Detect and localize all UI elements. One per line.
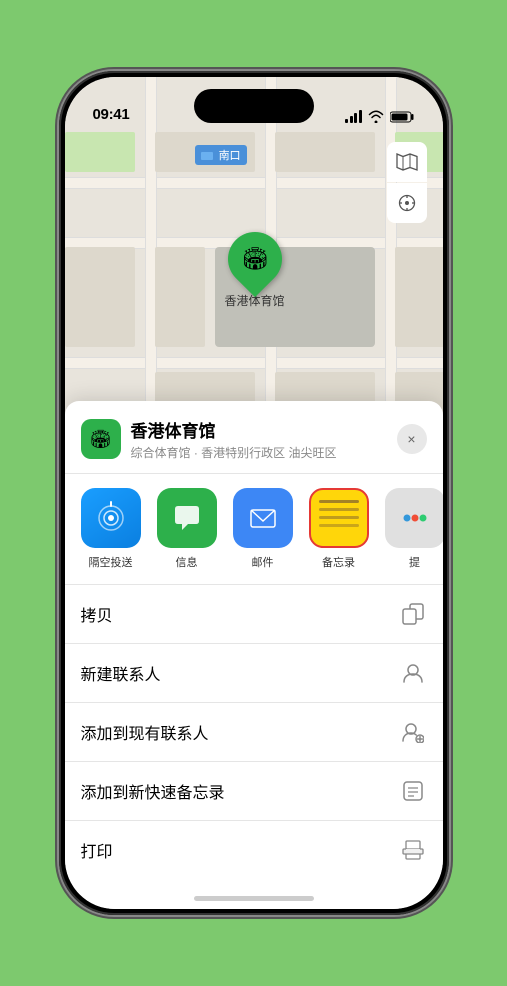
action-add-contact[interactable]: 添加到现有联系人: [65, 703, 443, 762]
phone-frame: 09:41: [59, 71, 449, 915]
signal-bar-2: [350, 116, 353, 123]
status-time: 09:41: [93, 106, 130, 123]
building-2: [275, 132, 375, 172]
more-label: 提: [409, 554, 420, 570]
airdrop-icon: [81, 488, 141, 548]
signal-bars: [345, 110, 362, 123]
signal-bar-3: [354, 113, 357, 123]
battery-icon: [390, 111, 415, 123]
place-subtitle: 综合体育馆 · 香港特别行政区 油尖旺区: [131, 444, 397, 461]
building-4: [395, 247, 443, 347]
share-item-airdrop[interactable]: 隔空投送: [81, 488, 141, 570]
signal-bar-4: [359, 110, 362, 123]
messages-icon: [157, 488, 217, 548]
copy-icon: [399, 600, 427, 628]
location-icon: [398, 194, 416, 212]
signal-bar-1: [345, 119, 348, 123]
dynamic-island: [194, 89, 314, 123]
action-print-label: 打印: [81, 838, 113, 862]
map-label: 南口: [195, 145, 247, 165]
share-item-notes[interactable]: 备忘录: [309, 488, 369, 570]
location-button[interactable]: [387, 183, 427, 223]
notes-icon: [309, 488, 369, 548]
map-type-button[interactable]: [387, 142, 427, 182]
action-add-note[interactable]: 添加到新快速备忘录: [65, 762, 443, 821]
action-copy[interactable]: 拷贝: [65, 585, 443, 644]
new-contact-icon: [399, 659, 427, 687]
share-item-messages[interactable]: 信息: [157, 488, 217, 570]
map-icon: [396, 153, 418, 171]
action-add-note-label: 添加到新快速备忘录: [81, 779, 225, 803]
status-icons: [345, 110, 415, 123]
notes-label: 备忘录: [322, 554, 355, 570]
print-icon: [399, 836, 427, 864]
add-contact-icon: [399, 718, 427, 746]
stadium-pin-inner: 🏟: [241, 246, 269, 272]
map-controls: [387, 142, 427, 223]
place-info: 香港体育馆 综合体育馆 · 香港特别行政区 油尖旺区: [131, 417, 397, 461]
print-svg: [402, 839, 424, 861]
action-print[interactable]: 打印: [65, 821, 443, 879]
place-icon: 🏟: [81, 419, 121, 459]
more-icon: [385, 488, 443, 548]
action-new-contact-label: 新建联系人: [81, 661, 161, 685]
action-new-contact[interactable]: 新建联系人: [65, 644, 443, 703]
more-svg: [402, 508, 428, 528]
new-contact-svg: [402, 662, 424, 684]
airdrop-label: 隔空投送: [89, 554, 133, 570]
phone-screen: 09:41: [65, 77, 443, 909]
close-button[interactable]: ×: [397, 424, 427, 454]
place-name: 香港体育馆: [131, 417, 397, 442]
mail-label: 邮件: [252, 554, 274, 570]
action-list: 拷贝 新建联系人: [65, 585, 443, 879]
messages-label: 信息: [176, 554, 198, 570]
add-contact-svg: [402, 721, 424, 743]
add-note-svg: [402, 780, 424, 802]
building-3: [155, 247, 205, 347]
share-item-mail[interactable]: 邮件: [233, 488, 293, 570]
add-note-icon: [399, 777, 427, 805]
airdrop-svg: [94, 501, 128, 535]
place-header: 🏟 香港体育馆 综合体育馆 · 香港特别行政区 油尖旺区 ×: [65, 401, 443, 474]
wifi-icon: [368, 110, 384, 123]
green-2: [65, 132, 135, 172]
share-item-more[interactable]: 提: [385, 488, 443, 570]
mail-icon: [233, 488, 293, 548]
map-label-text: 南口: [219, 150, 241, 162]
place-emoji: 🏟: [89, 429, 112, 450]
copy-svg: [402, 603, 424, 625]
home-indicator: [194, 896, 314, 901]
mail-svg: [246, 501, 280, 535]
action-add-contact-label: 添加到现有联系人: [81, 720, 209, 744]
action-copy-label: 拷贝: [81, 602, 113, 626]
messages-svg: [170, 501, 204, 535]
stadium-marker[interactable]: 🏟 香港体育馆: [225, 232, 285, 309]
share-row: 隔空投送 信息: [65, 474, 443, 585]
stadium-pin: 🏟: [216, 221, 292, 297]
building-8: [65, 247, 135, 347]
bottom-sheet: 🏟 香港体育馆 综合体育馆 · 香港特别行政区 油尖旺区 ×: [65, 401, 443, 909]
